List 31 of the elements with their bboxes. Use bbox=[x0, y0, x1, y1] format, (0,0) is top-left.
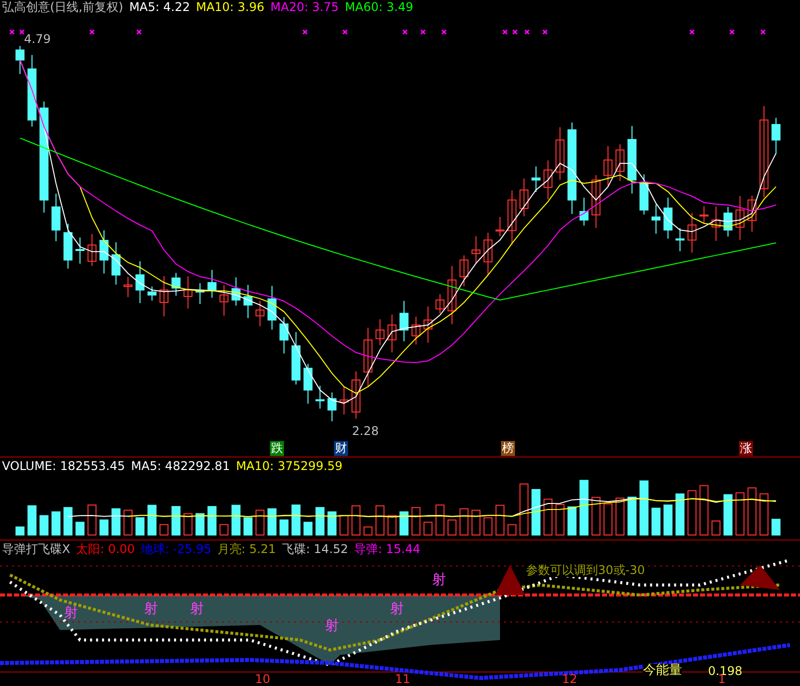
signal-mark: 射 bbox=[64, 605, 78, 621]
volume-legend-value: MA5: 482292.81 bbox=[131, 459, 230, 473]
indicator-legend-value: 太阳: 0.00 bbox=[76, 542, 135, 556]
signal-mark: 射 bbox=[190, 601, 204, 617]
price-label: 2.28 bbox=[352, 424, 379, 438]
signal-tag: 财 bbox=[334, 441, 348, 456]
indicator-legend-value: 飞碟: 14.52 bbox=[282, 542, 348, 556]
volume-legend-value: VOLUME: 182553.45 bbox=[2, 459, 125, 473]
signal-mark: 射 bbox=[432, 572, 446, 588]
signal-tag: 跌 bbox=[270, 441, 284, 456]
ma-legend-value: MA10: 3.96 bbox=[196, 0, 264, 14]
indicator-legend-value: 导弹: 15.44 bbox=[354, 542, 420, 556]
energy-label: 今能量 bbox=[643, 664, 682, 678]
indicator-legend-value: 地球: -25.95 bbox=[140, 542, 212, 556]
chart-title: 弘高创意(日线,前复权) bbox=[2, 0, 124, 14]
signal-mark: 射 bbox=[144, 601, 158, 617]
indicator-name: 导弹打飞碟X bbox=[2, 542, 70, 556]
signal-mark: 射 bbox=[390, 601, 404, 617]
signal-mark: 射 bbox=[325, 618, 339, 634]
ma-legend-value: MA5: 4.22 bbox=[129, 0, 190, 14]
axis-label: 10 bbox=[255, 673, 270, 686]
signal-tag: 涨 bbox=[739, 441, 753, 456]
note-text: 参数可以调到30或-30 bbox=[526, 563, 645, 577]
volume-legend-value: MA10: 375299.59 bbox=[236, 459, 343, 473]
price-label: 4.79 bbox=[24, 32, 51, 46]
axis-label: 11 bbox=[395, 673, 410, 686]
indicator-legend-value: 月亮: 5.21 bbox=[217, 542, 276, 556]
axis-label: 12 bbox=[562, 673, 578, 686]
signal-tag: 榜 bbox=[501, 441, 515, 456]
ma-legend-value: MA60: 3.49 bbox=[344, 0, 414, 14]
ma-legend-value: MA20: 3.75 bbox=[270, 0, 339, 14]
